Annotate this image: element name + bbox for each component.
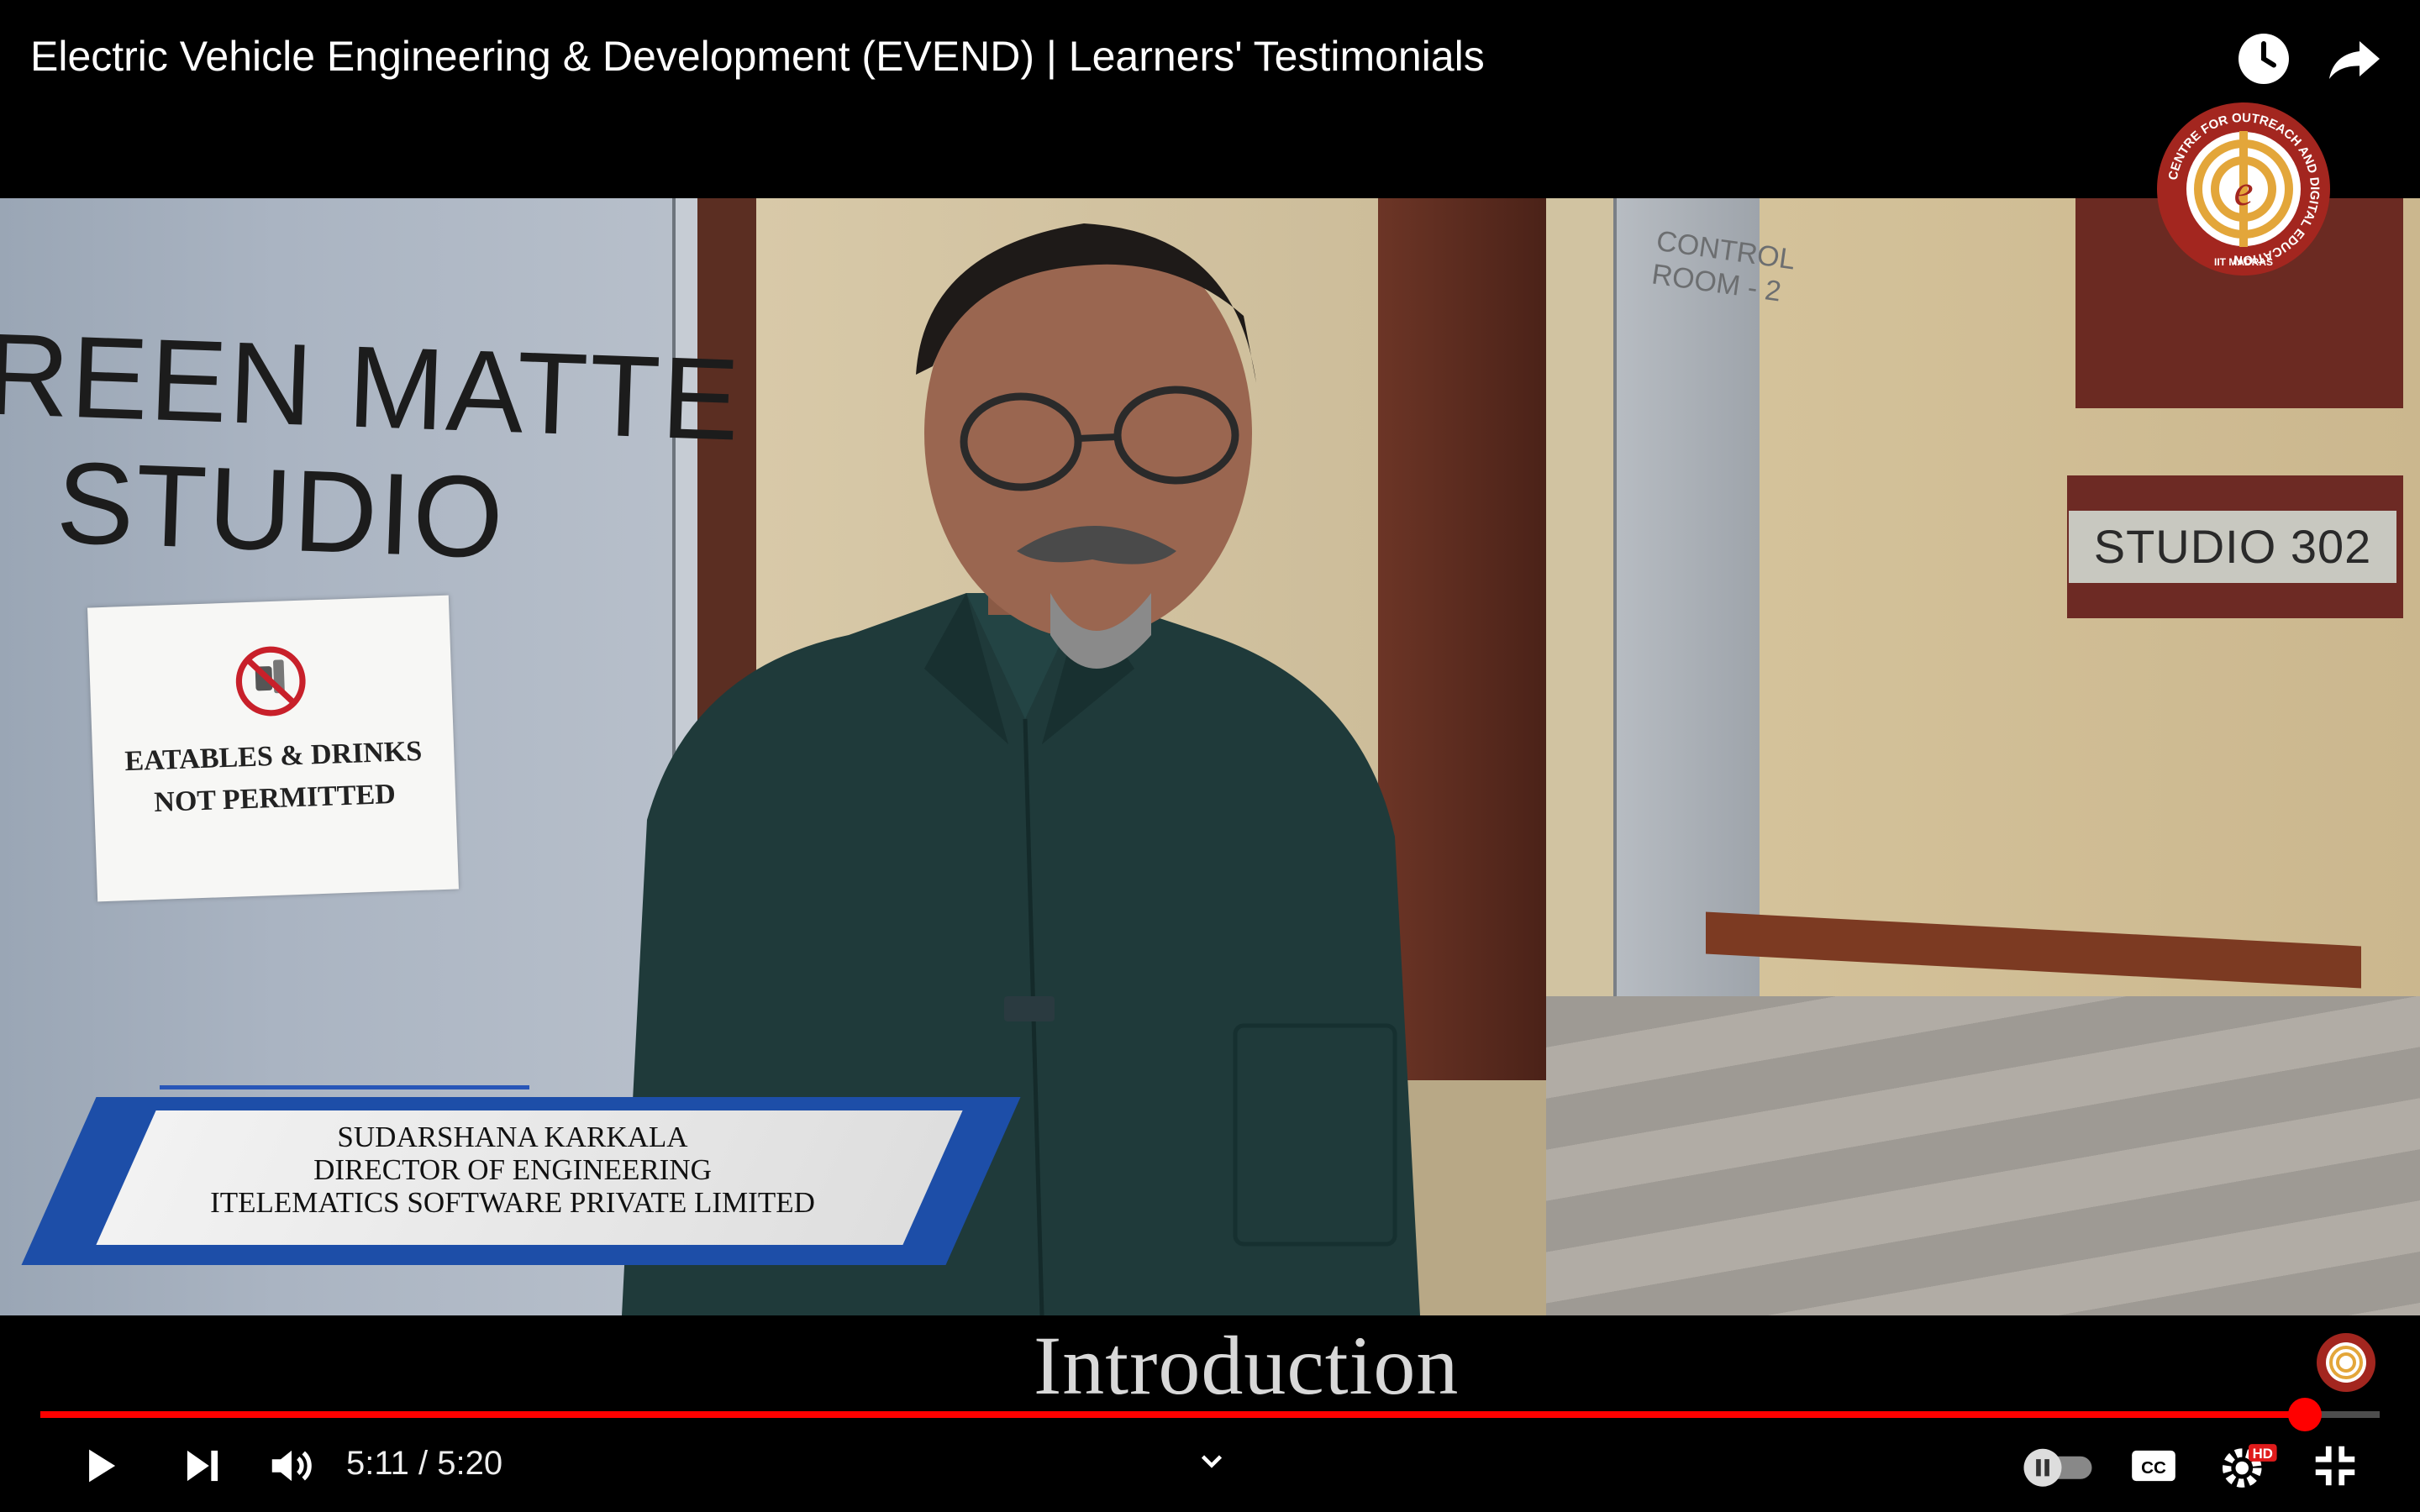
notice-poster: EATABLES & DRINKS NOT PERMITTED: [87, 595, 459, 902]
hd-badge: HD: [2253, 1446, 2273, 1462]
time-display: 5:11 / 5:20: [346, 1445, 502, 1483]
captions-icon: CC: [2132, 1450, 2175, 1482]
lower-third-text: SUDARSHANA KARKALA DIRECTOR OF ENGINEERI…: [109, 1121, 916, 1219]
chapters-toggle[interactable]: [1197, 1446, 1227, 1477]
play-button[interactable]: [74, 1440, 126, 1492]
room-sign: STUDIO 302: [2069, 511, 2396, 583]
control-room-door: [1613, 198, 1760, 1038]
video-title[interactable]: Electric Vehicle Engineering & Developme…: [30, 32, 1485, 81]
autoplay-toggle-icon: [2023, 1448, 2092, 1487]
progress-bar[interactable]: [40, 1411, 2380, 1418]
settings-button[interactable]: HD: [2217, 1440, 2281, 1492]
speaker-name: SUDARSHANA KARKALA: [337, 1121, 688, 1153]
progress-scrubber[interactable]: [2287, 1398, 2322, 1431]
settings-icon: HD: [2223, 1444, 2277, 1488]
progress-played: [40, 1411, 2305, 1418]
title-bar: Electric Vehicle Engineering & Developme…: [0, 0, 2420, 198]
autoplay-toggle[interactable]: [2020, 1440, 2096, 1492]
chevron-down-icon: [1201, 1455, 1223, 1468]
notice-text: EATABLES & DRINKS NOT PERMITTED: [92, 730, 456, 827]
watch-later-button[interactable]: [2233, 29, 2294, 89]
share-icon: [2329, 41, 2380, 79]
chapter-caption: Introduction: [1034, 1319, 1460, 1412]
duration: 5:20: [437, 1445, 503, 1482]
speaker-company: ITELEMATICS SOFTWARE PRIVATE LIMITED: [210, 1186, 815, 1219]
svg-text:CC: CC: [2141, 1458, 2166, 1478]
share-button[interactable]: [2324, 29, 2385, 89]
volume-icon: [271, 1450, 312, 1482]
next-icon: [187, 1450, 218, 1482]
code-iitm-logo: CENTRE FOR OUTREACH AND DIGITAL EDUCATIO…: [2157, 102, 2330, 276]
svg-text:e: e: [2233, 167, 2253, 215]
logo-bottom-text: IIT MADRAS: [2214, 256, 2273, 268]
time-separator: /: [408, 1445, 438, 1482]
current-time: 5:11: [346, 1445, 409, 1482]
exit-fullscreen-icon: [2315, 1446, 2355, 1486]
no-food-icon: [235, 646, 306, 717]
lower-third-accent-top: [160, 1085, 529, 1089]
clock-icon: [2238, 34, 2289, 84]
exit-fullscreen-button[interactable]: [2309, 1440, 2361, 1492]
video-frame[interactable]: STUDIO 302 CONTROL ROOM - 2 REEN MATTE S…: [0, 198, 2420, 1315]
watermark-logo: [2317, 1333, 2375, 1392]
volume-button[interactable]: [266, 1440, 318, 1492]
speaker-role: DIRECTOR OF ENGINEERING: [313, 1153, 712, 1186]
next-button[interactable]: [176, 1440, 229, 1492]
play-icon: [89, 1449, 116, 1483]
captions-button[interactable]: CC: [2128, 1440, 2180, 1492]
corridor-floor: [1546, 996, 2420, 1315]
